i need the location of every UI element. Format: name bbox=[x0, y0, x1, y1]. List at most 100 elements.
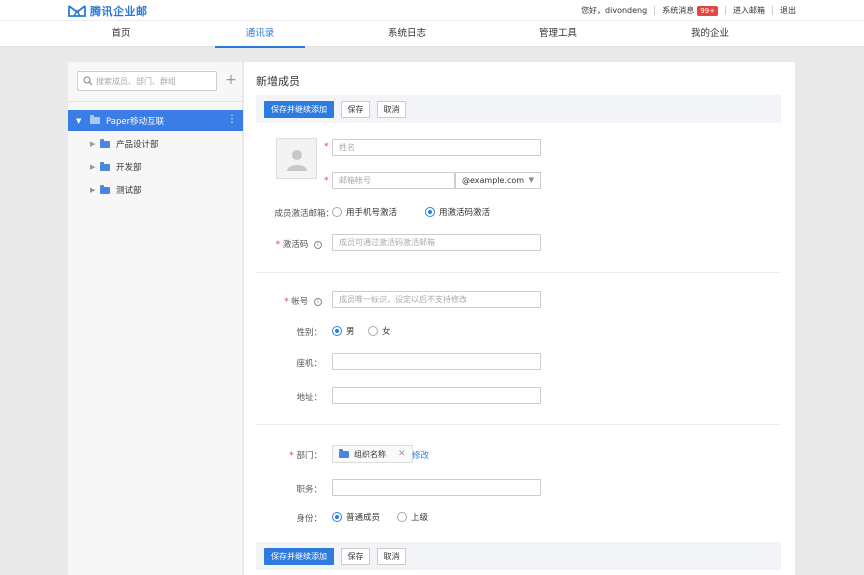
activation-phone-radio[interactable]: 用手机号激活 bbox=[332, 206, 397, 218]
activation-code-text: 激活码 bbox=[282, 240, 309, 250]
account-input[interactable] bbox=[333, 292, 540, 307]
radio-icon bbox=[397, 512, 407, 522]
gender-female-radio[interactable]: 女 bbox=[368, 325, 391, 337]
folder-icon bbox=[100, 161, 110, 171]
tree-root-company[interactable]: ▼ Paper移动互联 ⋮ bbox=[68, 110, 243, 131]
caret-right-icon[interactable]: ▶ bbox=[90, 163, 98, 171]
address-input[interactable] bbox=[333, 388, 540, 403]
tree-item-testing[interactable]: ▶ 测试部 bbox=[68, 180, 243, 200]
department-name: 组织名称 bbox=[354, 449, 386, 459]
main-nav: 首页 通讯录 系统日志 管理工具 我的企业 bbox=[0, 21, 864, 48]
tree-item-label: 测试部 bbox=[116, 186, 142, 196]
gender-label: 性别： bbox=[296, 328, 322, 338]
search-icon bbox=[83, 76, 93, 86]
phone-label: 座机： bbox=[296, 359, 322, 369]
user-menu: 您好，divondeng 系统消息 99+ 进入邮箱 退出 bbox=[581, 0, 796, 21]
system-messages-link[interactable]: 系统消息 99+ bbox=[662, 5, 718, 16]
required-mark: * bbox=[284, 297, 289, 307]
cancel-button[interactable]: 取消 bbox=[377, 548, 406, 565]
avatar-upload[interactable] bbox=[276, 138, 317, 179]
activation-label: 成员激活邮箱： bbox=[274, 209, 334, 219]
save-continue-button[interactable]: 保存并继续添加 bbox=[264, 101, 334, 118]
account-field[interactable] bbox=[332, 291, 541, 308]
caret-right-icon[interactable]: ▶ bbox=[90, 140, 98, 148]
message-count-badge: 99+ bbox=[697, 5, 718, 16]
save-button[interactable]: 保存 bbox=[341, 548, 370, 565]
logo-icon bbox=[68, 4, 86, 17]
radio-icon bbox=[368, 326, 378, 336]
department-tag: 组织名称 ✕ bbox=[332, 445, 413, 463]
tree-root-label: Paper移动互联 bbox=[106, 116, 165, 127]
org-sidebar: + ▼ Paper移动互联 ⋮ ▶ 产品设计部 ▶ 开发部 ▶ 测试部 bbox=[68, 62, 243, 575]
enter-mail-link[interactable]: 进入邮箱 bbox=[733, 5, 765, 16]
page-title: 新增成员 bbox=[256, 75, 300, 88]
add-member-panel: 新增成员 保存并继续添加 保存 取消 * * @example.com ▼ 成员… bbox=[244, 62, 795, 575]
email-domain-value: @example.com bbox=[462, 176, 525, 185]
radio-icon bbox=[332, 207, 342, 217]
identity-label: 身份： bbox=[296, 514, 322, 524]
radio-label: 上级 bbox=[411, 513, 429, 523]
activation-code-label: * 激活码 i bbox=[244, 238, 322, 250]
tab-home[interactable]: 首页 bbox=[76, 21, 166, 47]
cancel-button[interactable]: 取消 bbox=[377, 101, 406, 118]
radio-label: 用激活码激活 bbox=[439, 208, 491, 218]
email-account-input[interactable] bbox=[333, 173, 454, 188]
gender-male-radio[interactable]: 男 bbox=[332, 325, 355, 337]
more-options-icon[interactable]: ⋮ bbox=[227, 114, 237, 126]
phone-input[interactable] bbox=[333, 354, 540, 369]
activation-code-field[interactable] bbox=[332, 234, 541, 251]
tab-admin-tools[interactable]: 管理工具 bbox=[513, 21, 603, 47]
caret-down-icon[interactable]: ▼ bbox=[76, 117, 84, 125]
identity-superior-radio[interactable]: 上级 bbox=[397, 511, 428, 523]
folder-icon bbox=[100, 138, 110, 148]
info-icon[interactable]: i bbox=[314, 240, 322, 249]
activation-code-radio[interactable]: 用激活码激活 bbox=[425, 206, 490, 218]
close-icon[interactable]: ✕ bbox=[398, 449, 406, 459]
activation-code-input[interactable] bbox=[333, 235, 540, 250]
system-messages-label: 系统消息 bbox=[662, 6, 695, 15]
caret-right-icon[interactable]: ▶ bbox=[90, 186, 98, 194]
required-mark: * bbox=[324, 176, 329, 186]
tab-contacts[interactable]: 通讯录 bbox=[215, 21, 305, 48]
divider bbox=[725, 6, 726, 15]
email-domain-select[interactable]: @example.com ▼ bbox=[455, 172, 541, 189]
required-mark: * bbox=[275, 240, 281, 250]
search-input[interactable] bbox=[96, 74, 214, 88]
position-field[interactable] bbox=[332, 479, 541, 496]
tab-system-log[interactable]: 系统日志 bbox=[362, 21, 452, 47]
tab-my-company[interactable]: 我的企业 bbox=[665, 21, 755, 47]
position-input[interactable] bbox=[333, 480, 540, 495]
account-text: 帐号 bbox=[291, 297, 309, 307]
radio-label: 普通成员 bbox=[346, 513, 381, 523]
tree-item-development[interactable]: ▶ 开发部 bbox=[68, 157, 243, 177]
brand-logo[interactable]: 腾讯企业邮 bbox=[68, 3, 148, 18]
save-continue-button[interactable]: 保存并继续添加 bbox=[264, 548, 334, 565]
modify-department-link[interactable]: 修改 bbox=[412, 449, 429, 461]
info-icon[interactable]: i bbox=[314, 297, 322, 306]
add-department-button[interactable]: + bbox=[224, 72, 238, 88]
phone-field[interactable] bbox=[332, 353, 541, 370]
tree-item-product-design[interactable]: ▶ 产品设计部 bbox=[68, 134, 243, 154]
required-mark: * bbox=[324, 142, 329, 152]
save-button[interactable]: 保存 bbox=[341, 101, 370, 118]
chevron-down-icon: ▼ bbox=[528, 176, 534, 184]
logout-link[interactable]: 退出 bbox=[780, 5, 796, 16]
department-label: * 部门： bbox=[244, 449, 322, 461]
top-toolbar: 保存并继续添加 保存 取消 bbox=[256, 95, 781, 123]
folder-icon bbox=[100, 184, 110, 194]
identity-member-radio[interactable]: 普通成员 bbox=[332, 511, 380, 523]
name-input[interactable] bbox=[333, 140, 540, 155]
divider bbox=[68, 101, 243, 102]
bottom-toolbar: 保存并继续添加 保存 取消 bbox=[256, 542, 781, 570]
top-bar: 腾讯企业邮 您好，divondeng 系统消息 99+ 进入邮箱 退出 bbox=[0, 0, 864, 21]
divider bbox=[772, 6, 773, 15]
folder-icon bbox=[90, 115, 100, 124]
position-label: 职务： bbox=[296, 485, 322, 495]
email-account-field[interactable] bbox=[332, 172, 455, 189]
required-mark: * bbox=[289, 451, 294, 461]
section-divider bbox=[256, 272, 781, 273]
tree-item-label: 产品设计部 bbox=[116, 140, 159, 150]
name-field[interactable] bbox=[332, 139, 541, 156]
department-text: 部门： bbox=[296, 451, 322, 461]
address-field[interactable] bbox=[332, 387, 541, 404]
